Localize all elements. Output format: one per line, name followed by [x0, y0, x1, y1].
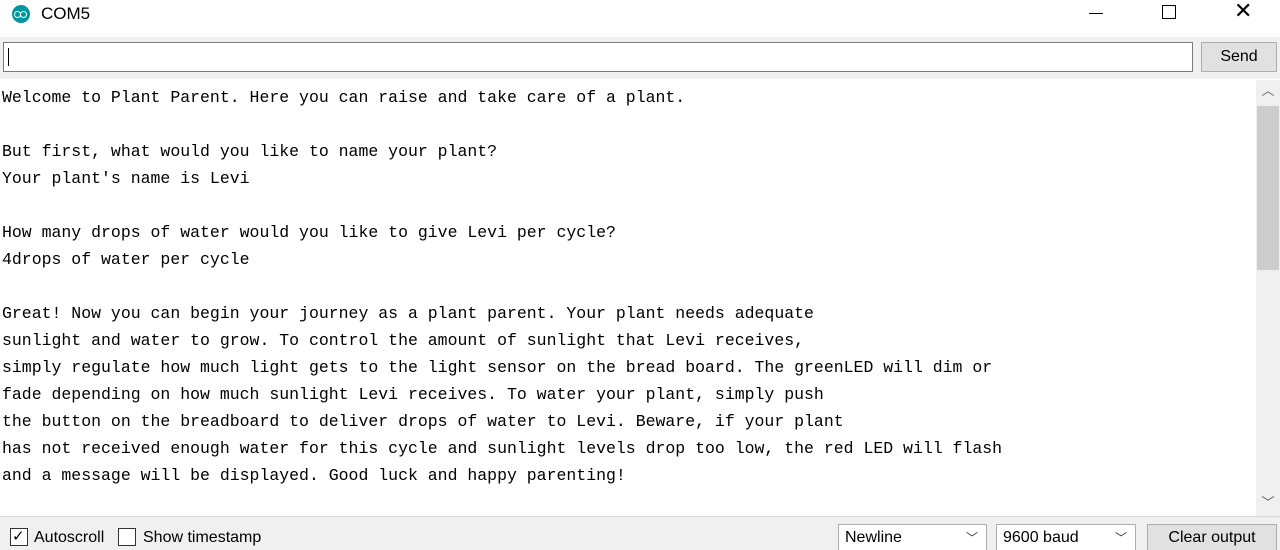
output-line: Great! Now you can begin your journey as… — [2, 304, 814, 323]
vertical-scrollbar[interactable]: ︿ ﹀ — [1256, 80, 1280, 516]
serial-output: Welcome to Plant Parent. Here you can ra… — [0, 80, 1255, 516]
checkmark-icon: ✓ — [12, 527, 25, 545]
clear-output-button[interactable]: Clear output — [1147, 524, 1277, 550]
line-ending-select[interactable]: Newline ﹀ — [838, 524, 987, 550]
maximize-icon — [1162, 5, 1176, 19]
output-line: the button on the breadboard to deliver … — [2, 412, 844, 431]
output-line: fade depending on how much sunlight Levi… — [2, 385, 824, 404]
show-timestamp-label[interactable]: Show timestamp — [143, 528, 261, 548]
output-line: Your plant's name is Levi — [2, 169, 250, 188]
autoscroll-checkbox[interactable]: ✓ — [10, 527, 28, 546]
serial-input-field[interactable] — [3, 42, 1193, 72]
title-bar: COM5 ✕ — [0, 0, 1280, 28]
maximize-button[interactable] — [1146, 0, 1192, 28]
output-line: sunlight and water to grow. To control t… — [2, 331, 805, 350]
close-button[interactable]: ✕ — [1220, 0, 1266, 28]
output-line: and a message will be displayed. Good lu… — [2, 466, 626, 485]
arduino-logo-icon — [12, 5, 30, 23]
line-ending-value: Newline — [845, 529, 902, 546]
serial-monitor-window: COM5 ✕ Send Welcome to Plant Parent. Her… — [0, 0, 1280, 550]
minimize-icon — [1089, 13, 1103, 14]
output-line: How many drops of water would you like t… — [2, 223, 616, 242]
show-timestamp-checkbox[interactable] — [118, 528, 136, 546]
baud-rate-select[interactable]: 9600 baud ﹀ — [996, 524, 1136, 550]
output-line: simply regulate how much light gets to t… — [2, 358, 993, 377]
scroll-thumb[interactable] — [1257, 106, 1279, 270]
close-icon: ✕ — [1234, 0, 1253, 24]
output-line: But first, what would you like to name y… — [2, 142, 498, 161]
chevron-down-icon: ﹀ — [1114, 531, 1127, 545]
text-caret — [8, 48, 9, 66]
baud-rate-value: 9600 baud — [1003, 529, 1079, 546]
window-title: COM5 — [41, 4, 91, 23]
minimize-button[interactable] — [1072, 0, 1118, 28]
output-line: has not received enough water for this c… — [2, 439, 1003, 458]
autoscroll-label[interactable]: Autoscroll — [34, 528, 104, 548]
send-button[interactable]: Send — [1201, 42, 1277, 72]
send-row: Send — [0, 37, 1280, 79]
scroll-up-icon[interactable]: ︿ — [1256, 80, 1280, 104]
scroll-down-icon[interactable]: ﹀ — [1256, 492, 1280, 516]
status-bar: ✓ Autoscroll Show timestamp Newline ﹀ 96… — [0, 516, 1280, 550]
output-line: 4drops of water per cycle — [2, 250, 250, 269]
chevron-down-icon: ﹀ — [965, 531, 978, 545]
output-line: Welcome to Plant Parent. Here you can ra… — [2, 88, 686, 107]
